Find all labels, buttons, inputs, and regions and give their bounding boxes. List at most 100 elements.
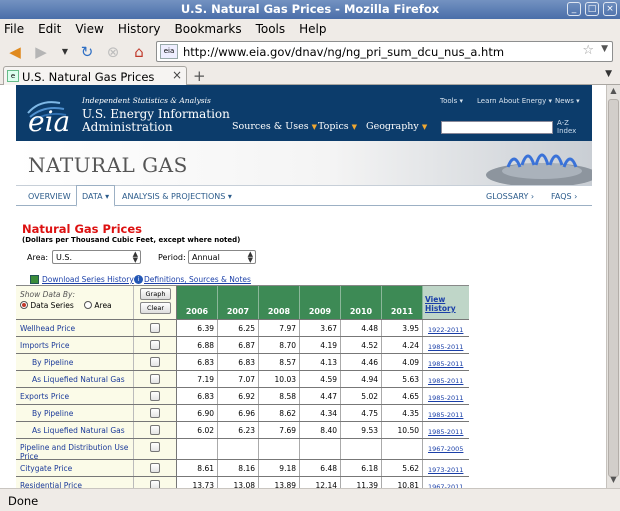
row-checkbox[interactable] (150, 357, 160, 367)
scroll-down-icon[interactable]: ▼ (608, 475, 619, 487)
download-series-history-link[interactable]: Download Series History (42, 275, 134, 284)
url-dropdown-icon[interactable]: ▼ (601, 44, 608, 54)
row-checkbox[interactable] (150, 374, 160, 384)
subnav-glossary[interactable]: GLOSSARY › (486, 192, 534, 201)
menu-help[interactable]: Help (299, 22, 326, 36)
period-select[interactable]: Annual ▲ ▼ (188, 250, 256, 264)
history-link[interactable]: 1967-2011 (423, 477, 469, 488)
eia-tagline: Independent Statistics & Analysis (82, 96, 211, 105)
vertical-scrollbar[interactable]: ▲ ▼ (606, 85, 620, 488)
history-link[interactable]: 1985-2011 (423, 354, 469, 370)
value-cell: 6.48 (300, 460, 341, 476)
value-cell: 6.92 (218, 388, 259, 404)
home-icon[interactable]: ⌂ (128, 41, 150, 63)
stop-icon[interactable]: ⊗ (102, 41, 124, 63)
section-subnav: OVERVIEW DATA ▾ ANALYSIS & PROJECTIONS ▾… (16, 185, 592, 207)
row-label[interactable]: Citygate Price (16, 460, 134, 476)
row-checkbox[interactable] (150, 480, 160, 488)
row-label[interactable]: Exports Price (16, 388, 134, 404)
history-link[interactable]: 1922-2011 (423, 320, 469, 336)
radio-data-series[interactable]: Data Series (20, 300, 74, 310)
row-label[interactable]: By Pipeline (16, 405, 134, 421)
menu-history[interactable]: History (118, 22, 161, 36)
history-link[interactable]: 1985-2011 (423, 422, 469, 438)
definitions-sources-notes-link[interactable]: Definitions, Sources & Notes (144, 275, 251, 284)
value-cell: 6.83 (218, 354, 259, 370)
history-link[interactable]: 1973-2011 (423, 460, 469, 476)
site-search-input[interactable] (441, 121, 553, 134)
az-index-link[interactable]: A-Z Index (557, 119, 576, 135)
history-link[interactable]: 1985-2011 (423, 337, 469, 353)
value-cell: 10.50 (382, 422, 423, 438)
row-label[interactable]: By Pipeline (16, 354, 134, 370)
value-cell: 6.39 (177, 320, 218, 336)
history-link[interactable]: 1985-2011 (423, 371, 469, 387)
maximize-button[interactable]: □ (585, 2, 599, 16)
history-link[interactable]: 1967-2005 (423, 439, 469, 459)
menu-bookmarks[interactable]: Bookmarks (175, 22, 242, 36)
row-checkbox-cell (134, 337, 177, 353)
subnav-data[interactable]: DATA ▾ (76, 185, 116, 207)
toplink-learn-about-energy[interactable]: Learn About Energy ▾ (477, 97, 552, 105)
row-checkbox[interactable] (150, 442, 160, 452)
menu-tools[interactable]: Tools (256, 22, 286, 36)
scrollbar-thumb[interactable] (608, 99, 619, 477)
table-row: As Liquefied Natural Gas 7.19 7.07 10.03 4.5… (16, 370, 469, 387)
row-checkbox[interactable] (150, 425, 160, 435)
url-text[interactable]: http://www.eia.gov/dnav/ng/ng_pri_sum_dc… (183, 45, 504, 59)
back-arrow-icon[interactable]: ◀ (4, 41, 26, 63)
row-checkbox[interactable] (150, 340, 160, 350)
forward-arrow-icon[interactable]: ▶ (30, 41, 52, 63)
reload-icon[interactable]: ↻ (76, 41, 98, 63)
eia-logo-text[interactable]: eia (28, 105, 70, 138)
row-label[interactable]: Imports Price (16, 337, 134, 353)
row-label[interactable]: As Liquefied Natural Gas (16, 371, 134, 387)
value-cell: 10.81 (382, 477, 423, 488)
value-cell: 13.89 (259, 477, 300, 488)
history-link[interactable]: 1985-2011 (423, 388, 469, 404)
menu-view[interactable]: View (75, 22, 103, 36)
graph-button[interactable]: Graph (140, 288, 171, 300)
row-label[interactable]: Wellhead Price (16, 320, 134, 336)
tab-natural-gas-prices[interactable]: e U.S. Natural Gas Prices × (3, 66, 187, 85)
radio-area[interactable]: Area (84, 300, 112, 310)
subnav-overview[interactable]: OVERVIEW (28, 192, 71, 201)
url-bar[interactable]: eia http://www.eia.gov/dnav/ng/ng_pri_su… (156, 41, 613, 62)
nav-topics[interactable]: Topics ▼ (318, 121, 357, 132)
radio-selected-icon[interactable] (20, 301, 28, 309)
history-dropdown-icon[interactable]: ▼ (54, 41, 76, 63)
scroll-up-icon[interactable]: ▲ (608, 86, 619, 98)
clear-button[interactable]: Clear (140, 302, 171, 314)
row-label[interactable]: Pipeline and Distribution Use Price (16, 439, 134, 461)
new-tab-icon[interactable]: + (193, 67, 206, 85)
subnav-analysis-projections[interactable]: ANALYSIS & PROJECTIONS ▾ (122, 192, 232, 201)
history-link[interactable]: 1985-2011 (423, 405, 469, 421)
excel-icon (30, 275, 39, 284)
site-identity-icon[interactable]: eia (160, 44, 178, 59)
section-title: NATURAL GAS (28, 153, 188, 177)
area-select-value: U.S. (56, 253, 73, 262)
row-label[interactable]: As Liquefied Natural Gas (16, 422, 134, 438)
nav-geography[interactable]: Geography ▼ (366, 121, 427, 132)
row-checkbox[interactable] (150, 408, 160, 418)
row-label[interactable]: Residential Price (16, 477, 134, 488)
menu-edit[interactable]: Edit (38, 22, 61, 36)
view-history-header[interactable]: View History (423, 286, 469, 319)
area-select[interactable]: U.S. ▲ ▼ (52, 250, 141, 264)
close-tab-icon[interactable]: × (172, 68, 182, 82)
close-window-button[interactable]: × (603, 2, 617, 16)
toplink-news[interactable]: News ▾ (555, 97, 580, 105)
row-checkbox[interactable] (150, 391, 160, 401)
minimize-button[interactable]: _ (567, 2, 581, 16)
nav-sources-uses[interactable]: Sources & Uses ▼ (232, 121, 317, 132)
row-checkbox-cell (134, 354, 177, 370)
bookmark-star-icon[interactable]: ☆ (582, 43, 594, 58)
row-checkbox[interactable] (150, 463, 160, 473)
row-checkbox[interactable] (150, 323, 160, 333)
toplink-tools[interactable]: Tools ▾ (440, 97, 463, 105)
menu-file[interactable]: File (4, 22, 24, 36)
radio-unselected-icon[interactable] (84, 301, 92, 309)
value-cell: 3.95 (382, 320, 423, 336)
tab-list-icon[interactable]: ▼ (605, 69, 612, 79)
subnav-faqs[interactable]: FAQS › (551, 192, 577, 201)
